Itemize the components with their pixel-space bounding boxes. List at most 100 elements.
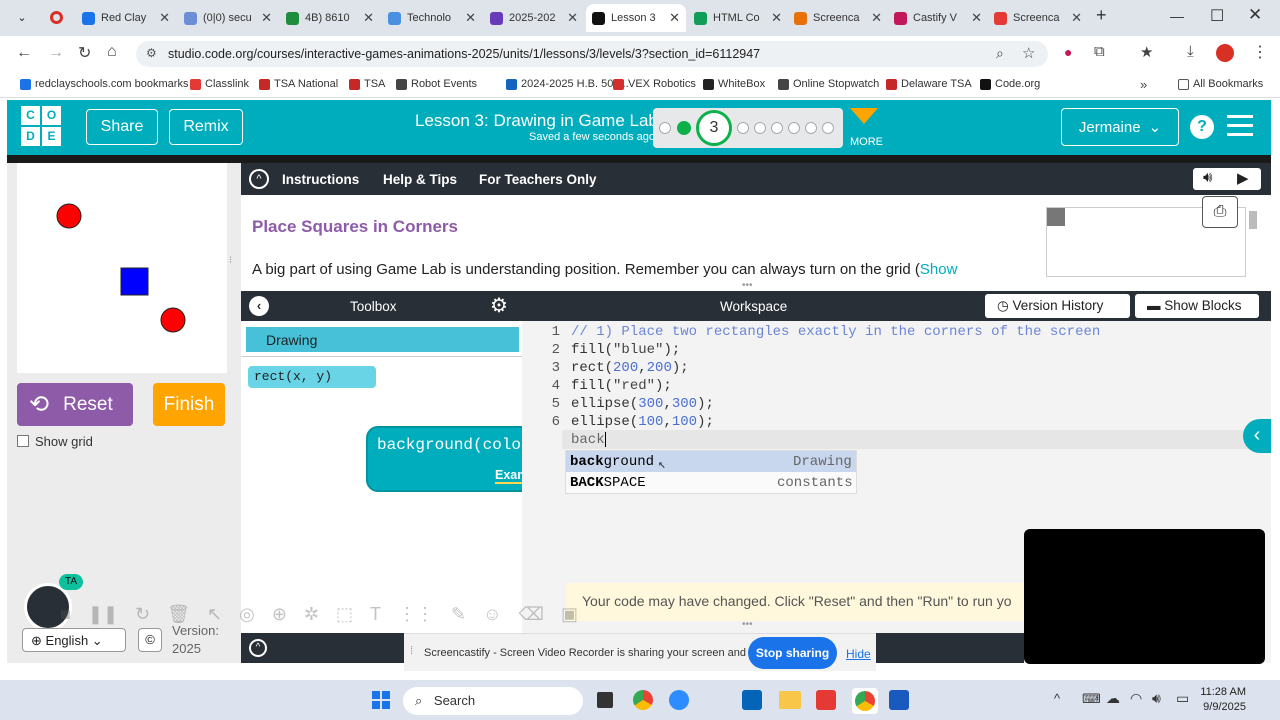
language-select[interactable]: ⊕ English ⌄ xyxy=(22,628,126,652)
more-bookmarks-chevron-icon[interactable]: » xyxy=(1140,77,1147,92)
close-tab-icon[interactable]: ✕ xyxy=(971,10,982,26)
all-bookmarks[interactable]: All Bookmarks xyxy=(1178,78,1263,90)
tab-instructions[interactable]: Instructions xyxy=(282,172,359,187)
game-stage[interactable] xyxy=(17,163,227,373)
stop-record-icon[interactable]: ■ xyxy=(60,604,71,628)
clock-time[interactable]: 11:28 AM xyxy=(1200,686,1246,698)
reset-button[interactable]: ⟲ Reset xyxy=(17,383,133,426)
tab-help-tips[interactable]: Help & Tips xyxy=(383,172,457,187)
version-history-button[interactable]: ◷ Version History xyxy=(985,294,1130,318)
close-tab-icon[interactable]: ✕ xyxy=(771,10,782,26)
bookmark-item[interactable]: WhiteBox xyxy=(703,78,765,90)
more-chevron-icon[interactable] xyxy=(850,108,878,124)
rect-block[interactable]: rect(x, y) xyxy=(248,366,376,388)
bookmark-item[interactable]: Online Stopwatch xyxy=(778,78,879,90)
close-tab-icon[interactable]: ✕ xyxy=(871,10,882,26)
resize-handle-icon[interactable]: ⁝ xyxy=(229,256,235,276)
profile-avatar[interactable] xyxy=(1216,44,1234,62)
speaker-icon[interactable]: 🔊︎ xyxy=(1203,169,1212,186)
copyright-icon[interactable]: © xyxy=(138,628,162,652)
download-icon[interactable]: ⤓ xyxy=(1187,43,1194,60)
chrome-active-icon[interactable] xyxy=(852,688,878,714)
bookmark-item[interactable]: Code.org xyxy=(980,78,1040,90)
pen-icon[interactable]: ✎ xyxy=(451,604,466,628)
browser-tab[interactable]: (0|0) secu ✕ xyxy=(178,4,278,32)
browser-tab[interactable]: Castify V ✕ xyxy=(888,4,988,32)
bookmark-item[interactable]: TSA National xyxy=(259,78,338,90)
clock-date[interactable]: 9/9/2025 xyxy=(1200,701,1246,713)
url-bar[interactable]: ⚙ studio.code.org/courses/interactive-ga… xyxy=(136,41,1048,67)
side-expand-chevron-icon[interactable]: ‹ xyxy=(1243,419,1271,453)
hide-link[interactable]: Hide xyxy=(846,647,871,661)
close-tab-icon[interactable]: ✕ xyxy=(363,10,374,26)
codeorg-logo[interactable]: C O D E xyxy=(21,106,61,146)
word-taskbar-icon[interactable] xyxy=(889,690,909,710)
close-tab-icon[interactable]: ✕ xyxy=(669,10,680,26)
finish-button[interactable]: Finish xyxy=(153,383,225,426)
keyboard-icon[interactable]: ⌨ xyxy=(1082,691,1101,707)
browser-tab[interactable]: 4B) 8610 ✕ xyxy=(280,4,380,32)
click-effect-icon[interactable]: ✲ xyxy=(304,604,319,628)
close-tab-icon[interactable]: ✕ xyxy=(567,10,578,26)
current-level-bubble[interactable]: 3 xyxy=(696,110,732,146)
resize-handle-icon[interactable]: ••• xyxy=(742,280,753,291)
category-drawing[interactable]: Drawing xyxy=(246,327,519,352)
zoom-icon[interactable]: ⌕ xyxy=(996,45,1004,62)
text-icon[interactable]: T xyxy=(370,604,381,628)
tab-search-chevron-icon[interactable]: ⌄ xyxy=(10,8,34,28)
maximize-button[interactable]: ☐ xyxy=(1210,6,1224,26)
battery-icon[interactable]: ▭ xyxy=(1176,690,1189,707)
level-dot[interactable] xyxy=(659,122,671,134)
back-arrow-icon[interactable]: ← xyxy=(16,44,32,62)
drag-handle-icon[interactable]: ⁞ xyxy=(410,645,413,657)
delete-icon[interactable]: 🗑︎ xyxy=(167,604,190,628)
region-icon[interactable]: ⬚ xyxy=(336,604,353,628)
browser-tab[interactable]: Lesson 3 ✕ xyxy=(586,4,686,32)
bookmark-item[interactable]: redclayschools.com bookmarks xyxy=(20,78,188,90)
wifi-icon[interactable]: ◠ xyxy=(1130,690,1142,707)
site-info-icon[interactable]: ⚙ xyxy=(146,46,157,60)
bookmarks-star-icon[interactable]: ★ xyxy=(1140,43,1153,61)
text-to-speech-icon[interactable]: ⎙ xyxy=(1202,196,1238,228)
tab-for-teachers[interactable]: For Teachers Only xyxy=(479,172,597,187)
stop-sharing-button[interactable]: Stop sharing xyxy=(748,637,837,669)
volume-icon[interactable]: 🔊︎ xyxy=(1152,690,1161,707)
browser-tab[interactable]: Screenca ✕ xyxy=(988,4,1088,32)
more-label[interactable]: MORE xyxy=(850,136,883,148)
autocomplete-item-backspace[interactable]: BACKSPACE constants xyxy=(566,472,856,493)
reload-icon[interactable]: ↻ xyxy=(78,43,91,63)
browser-tab[interactable]: Technolo ✕ xyxy=(382,4,482,32)
bookmark-item[interactable]: Delaware TSA xyxy=(886,78,972,90)
share-button[interactable]: Share xyxy=(86,109,158,145)
level-dot[interactable] xyxy=(788,122,800,134)
close-tab-icon[interactable]: ✕ xyxy=(159,10,170,26)
pause-icon[interactable]: ❚❚ xyxy=(88,604,118,628)
browser-tab[interactable]: Red Clay ✕ xyxy=(76,4,176,32)
scrollbar-thumb[interactable] xyxy=(1249,211,1257,229)
level-dot[interactable] xyxy=(737,122,749,134)
outlook-taskbar-icon[interactable] xyxy=(742,690,762,710)
onedrive-icon[interactable]: ☁ xyxy=(1106,690,1120,707)
eraser-icon[interactable]: ⌫ xyxy=(519,604,544,628)
bookmark-item[interactable]: VEX Robotics xyxy=(613,78,696,90)
remix-button[interactable]: Remix xyxy=(169,109,243,145)
taskbar-search[interactable]: ⌕ Search xyxy=(403,687,583,715)
bookmark-item[interactable]: 2024-2025 H.B. 509... xyxy=(506,78,629,90)
task-view-icon[interactable] xyxy=(597,692,613,708)
level-dot[interactable] xyxy=(771,122,783,134)
app-taskbar-icon[interactable] xyxy=(816,690,836,710)
home-icon[interactable]: ⌂ xyxy=(107,43,117,61)
browser-tab[interactable]: HTML Co ✕ xyxy=(688,4,788,32)
tray-chevron-icon[interactable]: ^ xyxy=(1054,691,1060,706)
windows-start-icon[interactable] xyxy=(372,691,390,709)
resize-handle-icon[interactable]: ••• xyxy=(742,619,753,630)
collapse-chevron-icon[interactable]: ^ xyxy=(249,169,269,189)
spotlight-icon[interactable]: ◎ xyxy=(239,604,255,628)
autocomplete-item-background[interactable]: background Drawing xyxy=(566,451,856,472)
file-explorer-icon[interactable] xyxy=(779,691,801,709)
restart-icon[interactable]: ↻ xyxy=(135,604,150,628)
close-tab-icon[interactable]: ✕ xyxy=(261,10,272,26)
extensions-puzzle-icon[interactable]: ⧉ xyxy=(1094,43,1105,60)
user-menu-button[interactable]: Jermaine ⌄ xyxy=(1061,108,1179,146)
browser-tab[interactable]: Screenca ✕ xyxy=(788,4,888,32)
